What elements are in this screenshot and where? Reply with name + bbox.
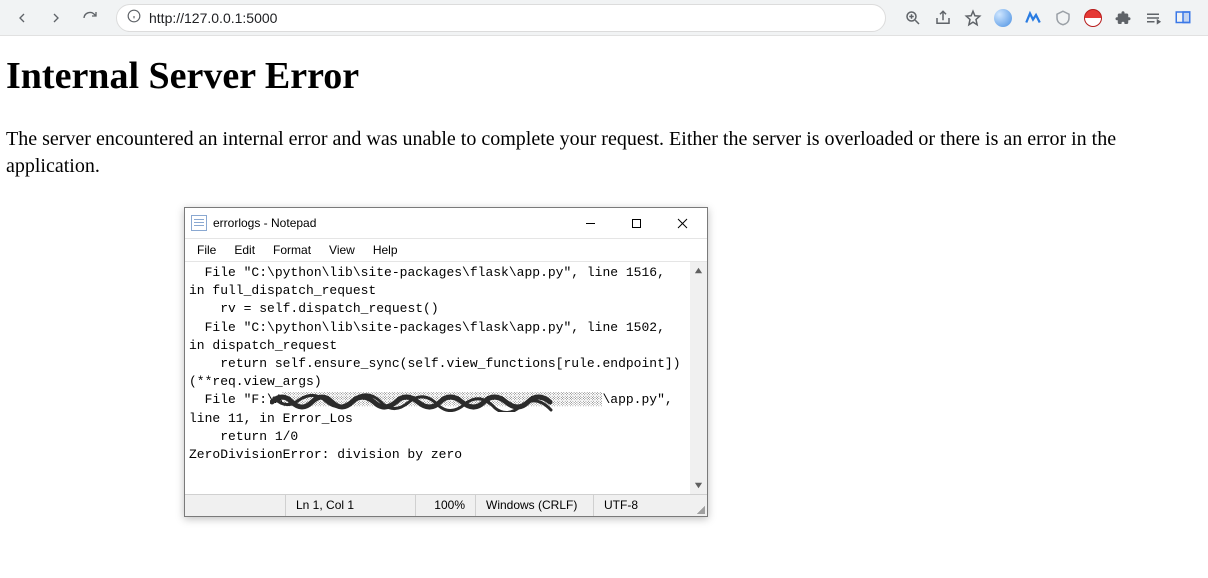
maximize-button[interactable] — [613, 209, 659, 237]
extension-icon-3[interactable] — [1054, 9, 1072, 27]
status-line-ending: Windows (CRLF) — [475, 495, 593, 516]
notepad-status-bar: Ln 1, Col 1 100% Windows (CRLF) UTF-8 — [185, 494, 707, 516]
extension-icon-2[interactable] — [1024, 9, 1042, 27]
bookmark-star-icon[interactable] — [964, 9, 982, 27]
notepad-app-icon — [191, 215, 207, 231]
menu-edit[interactable]: Edit — [226, 241, 263, 259]
resize-grip-icon[interactable] — [689, 495, 707, 516]
devtools-icon[interactable] — [1174, 9, 1192, 27]
extensions-puzzle-icon[interactable] — [1114, 9, 1132, 27]
back-button[interactable] — [8, 4, 36, 32]
menu-format[interactable]: Format — [265, 241, 319, 259]
address-bar[interactable]: http://127.0.0.1:5000 — [116, 4, 886, 32]
menu-help[interactable]: Help — [365, 241, 406, 259]
notepad-title-text: errorlogs - Notepad — [213, 216, 316, 230]
url-text: http://127.0.0.1:5000 — [149, 10, 277, 26]
toolbar-right — [904, 9, 1200, 27]
minimize-button[interactable] — [567, 209, 613, 237]
forward-button[interactable] — [42, 4, 70, 32]
scroll-down-arrow-icon[interactable] — [690, 477, 707, 494]
error-description: The server encountered an internal error… — [6, 126, 1202, 180]
status-empty-cell — [185, 495, 285, 516]
extension-icon-4[interactable] — [1084, 9, 1102, 27]
notepad-text-area[interactable]: File "C:\python\lib\site-packages\flask\… — [185, 262, 690, 494]
notepad-scrollbar[interactable] — [690, 262, 707, 494]
page-content: Internal Server Error The server encount… — [0, 36, 1208, 180]
notepad-menu-bar: File Edit Format View Help — [185, 238, 707, 262]
notepad-window: errorlogs - Notepad File Edit Format Vie… — [184, 207, 708, 517]
scroll-up-arrow-icon[interactable] — [690, 262, 707, 279]
menu-file[interactable]: File — [189, 241, 224, 259]
reload-button[interactable] — [76, 4, 104, 32]
zoom-icon[interactable] — [904, 9, 922, 27]
status-encoding: UTF-8 — [593, 495, 673, 516]
extension-icon-1[interactable] — [994, 9, 1012, 27]
browser-toolbar: http://127.0.0.1:5000 — [0, 0, 1208, 36]
notepad-title-bar[interactable]: errorlogs - Notepad — [185, 208, 707, 238]
notepad-body: File "C:\python\lib\site-packages\flask\… — [185, 262, 707, 494]
status-zoom: 100% — [415, 495, 475, 516]
close-button[interactable] — [659, 209, 705, 237]
share-icon[interactable] — [934, 9, 952, 27]
status-cursor-position: Ln 1, Col 1 — [285, 495, 415, 516]
page-title: Internal Server Error — [6, 54, 1202, 98]
reading-list-icon[interactable] — [1144, 9, 1162, 27]
site-info-icon[interactable] — [127, 9, 141, 26]
menu-view[interactable]: View — [321, 241, 363, 259]
